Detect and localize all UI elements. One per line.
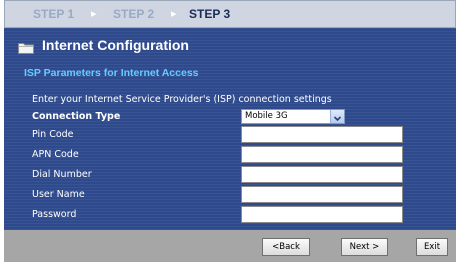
apn-code-input[interactable]	[241, 146, 403, 163]
step-indicator: STEP 1 ▸ STEP 2 ▸ STEP 3	[4, 0, 456, 28]
folder-icon	[18, 39, 34, 54]
step-2-label: STEP 2	[113, 7, 155, 21]
password-row: Password	[32, 206, 412, 224]
apn-code-label: APN Code	[32, 149, 79, 160]
wizard-window: STEP 1 ▸ STEP 2 ▸ STEP 3 Internet Config…	[4, 0, 456, 262]
section-title: ISP Parameters for Internet Access	[24, 67, 199, 79]
user-name-label: User Name	[32, 189, 85, 200]
user-name-row: User Name	[32, 186, 412, 204]
connection-type-row: Connection Type Mobile 3G	[32, 108, 412, 126]
password-label: Password	[32, 209, 77, 220]
connection-type-label: Connection Type	[32, 111, 121, 122]
step-separator-icon: ▸	[91, 7, 97, 20]
dial-number-row: Dial Number	[32, 166, 412, 184]
next-button[interactable]: Next >	[341, 238, 388, 256]
connection-type-value: Mobile 3G	[245, 111, 288, 121]
dial-number-input[interactable]	[241, 166, 403, 183]
connection-type-select[interactable]: Mobile 3G	[241, 109, 345, 124]
wizard-footer: <Back Next > Exit	[4, 230, 456, 262]
step-1-label: STEP 1	[33, 7, 75, 21]
apn-code-row: APN Code	[32, 146, 412, 164]
step-3-label: STEP 3	[189, 7, 231, 21]
pin-code-row: Pin Code	[32, 126, 412, 144]
page-title: Internet Configuration	[42, 37, 189, 53]
configuration-panel: Internet Configuration ISP Parameters fo…	[4, 28, 456, 230]
intro-text: Enter your Internet Service Provider's (…	[32, 94, 332, 105]
exit-button[interactable]: Exit	[416, 238, 448, 256]
pin-code-label: Pin Code	[32, 129, 74, 140]
dial-number-label: Dial Number	[32, 169, 92, 180]
chevron-down-icon[interactable]	[330, 110, 344, 123]
pin-code-input[interactable]	[241, 126, 403, 143]
back-button[interactable]: <Back	[262, 238, 310, 256]
step-separator-icon: ▸	[171, 7, 177, 20]
user-name-input[interactable]	[241, 186, 403, 203]
password-input[interactable]	[241, 206, 403, 223]
